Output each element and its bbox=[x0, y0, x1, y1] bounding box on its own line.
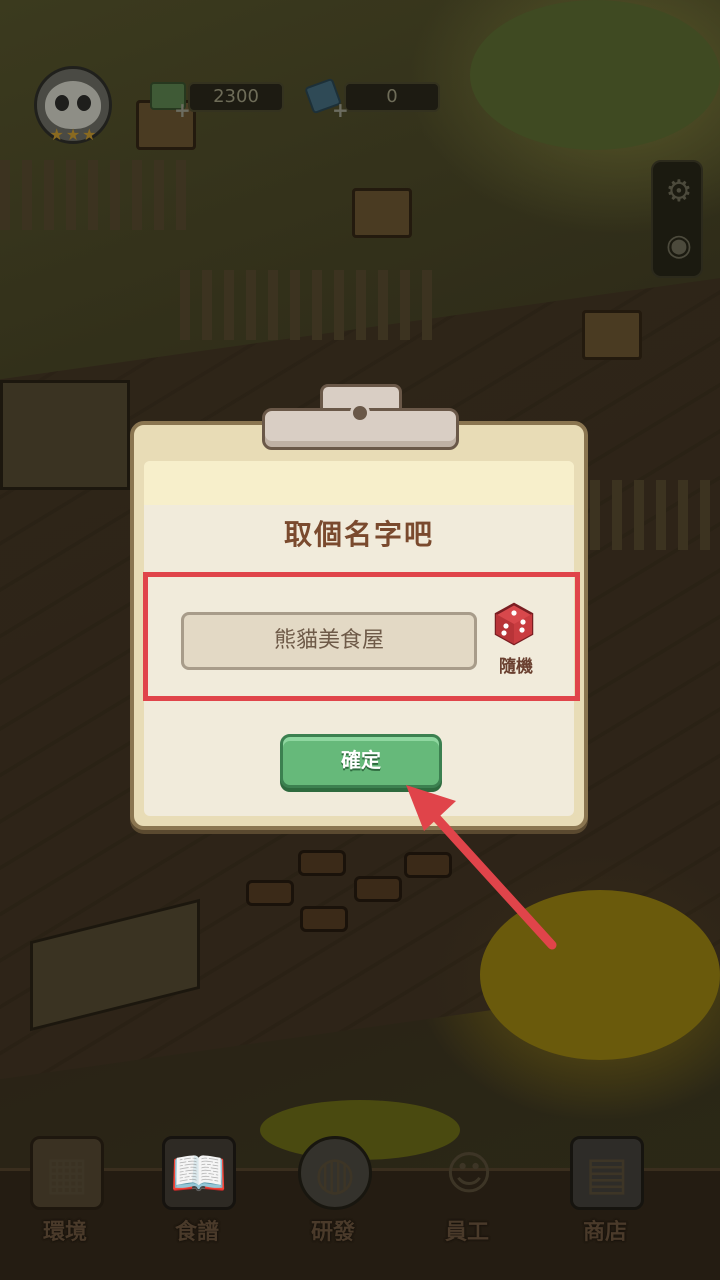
side-toolbar: ⚙ ◉ bbox=[651, 160, 703, 278]
tree-canopy bbox=[470, 0, 720, 150]
stool bbox=[300, 906, 348, 932]
star-icon: ★ bbox=[49, 125, 64, 144]
gem-counter: 0 bbox=[344, 82, 440, 112]
recipe-book-icon: 📖 bbox=[162, 1136, 236, 1210]
nav-item-recipes[interactable]: 📖 食譜 bbox=[142, 1136, 252, 1246]
restaurant-name-field[interactable]: 熊貓美食屋 bbox=[181, 612, 477, 670]
star-icon: ★ bbox=[82, 125, 97, 144]
shop-icon: ▤ bbox=[570, 1136, 644, 1210]
eye-icon[interactable]: ◉ bbox=[663, 230, 695, 262]
stool bbox=[354, 876, 402, 902]
add-gem-button[interactable]: + bbox=[332, 100, 349, 120]
gear-icon[interactable]: ⚙ bbox=[663, 176, 695, 208]
nav-label-shop: 商店 bbox=[582, 1220, 627, 1245]
clipboard-clip bbox=[262, 384, 459, 450]
fence bbox=[180, 270, 440, 340]
star-icon: ★ bbox=[65, 125, 81, 144]
dialog-header-band bbox=[144, 461, 574, 505]
cooking-pot-icon: ◍ bbox=[298, 1136, 372, 1210]
nav-item-shop[interactable]: ▤ 商店 bbox=[550, 1136, 660, 1246]
tutorial-arrow-icon bbox=[406, 785, 557, 950]
nav-label-environment: 環境 bbox=[42, 1220, 87, 1245]
nav-item-staff[interactable]: ☺ 員工 bbox=[412, 1136, 522, 1246]
restaurant-name-value: 熊貓美食屋 bbox=[273, 628, 384, 653]
cash-counter: 2300 bbox=[188, 82, 284, 112]
cash-value: 2300 bbox=[213, 86, 259, 107]
stool bbox=[246, 880, 294, 906]
gem-value: 0 bbox=[386, 86, 398, 107]
clip-hole bbox=[350, 403, 370, 423]
staff-icon: ☺ bbox=[445, 1146, 493, 1200]
add-cash-button[interactable]: + bbox=[174, 100, 191, 120]
nav-item-environment[interactable]: ▦ 環境 bbox=[10, 1136, 120, 1246]
wall-left bbox=[0, 380, 130, 490]
panda-avatar-icon bbox=[45, 81, 101, 129]
fence bbox=[0, 160, 190, 230]
random-name-label[interactable]: 隨機 bbox=[492, 652, 540, 677]
crate bbox=[352, 188, 412, 238]
nav-label-staff: 員工 bbox=[444, 1220, 489, 1245]
rating-stars: ★ ★ ★ bbox=[36, 126, 110, 144]
dice-icon[interactable] bbox=[490, 600, 536, 646]
stool bbox=[298, 850, 346, 876]
fence bbox=[590, 480, 720, 550]
environment-icon: ▦ bbox=[30, 1136, 104, 1210]
dialog-title: 取個名字吧 bbox=[283, 518, 434, 551]
crate bbox=[582, 310, 642, 360]
nav-label-recipes: 食譜 bbox=[174, 1220, 219, 1245]
nav-label-research: 研發 bbox=[310, 1220, 355, 1245]
nav-item-research[interactable]: ◍ 研發 bbox=[278, 1136, 388, 1246]
